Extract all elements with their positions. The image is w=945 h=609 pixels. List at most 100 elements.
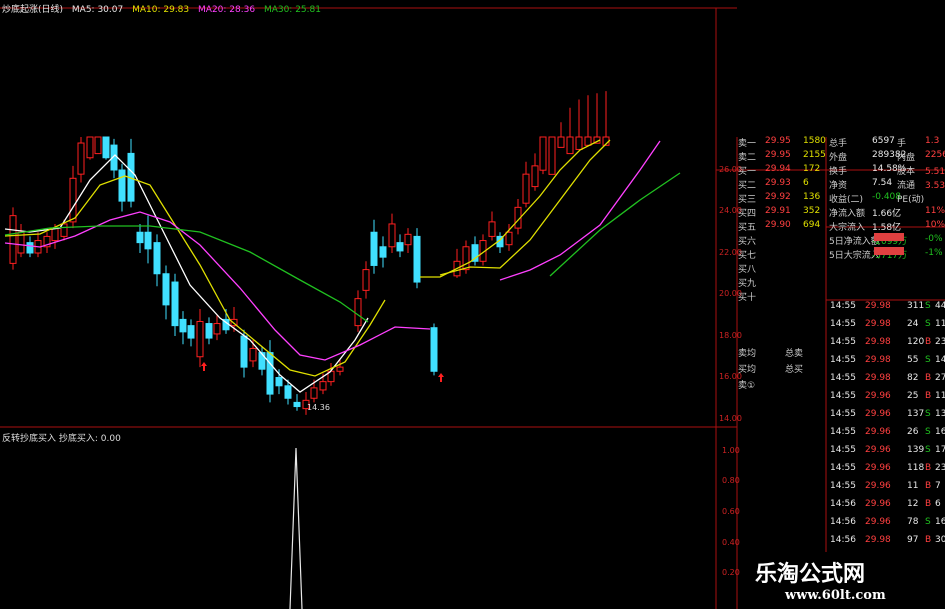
candle-up [548, 136, 556, 175]
candle-down [370, 231, 378, 266]
trade-side: S [925, 427, 931, 437]
low-price-label: 14.36 [307, 403, 330, 412]
indicator-header: 反转抄底买入 抄底买入: 0.00 [2, 434, 121, 444]
orderbook-row: 买八 [737, 261, 945, 275]
trade-count: 11 [935, 391, 945, 401]
info-value2: 3.53亿 [925, 181, 945, 191]
orderbook-volume: 2155 [803, 150, 826, 160]
orderbook-row: 买三 29.92 136 收益(二) -0.408 PE(动) [737, 191, 945, 205]
trade-time: 14:56 [830, 535, 856, 545]
info-value2: 11% [925, 206, 945, 216]
info-key: 总手 [829, 139, 848, 149]
candle-down [205, 323, 213, 339]
trade-price: 29.98 [865, 535, 891, 545]
orderbook-label: 买四 [738, 209, 757, 219]
trade-volume: 82 [907, 373, 919, 383]
candle-up [505, 231, 513, 246]
info-value: 6597 [872, 136, 895, 146]
trade-count: 23 [935, 463, 945, 473]
ma5-line [4, 154, 369, 393]
candle-down [266, 352, 274, 395]
candle-down [118, 169, 126, 202]
trade-row: 14:55 29.98 82 B 27 [737, 372, 945, 386]
candle-down [153, 242, 161, 275]
trade-count: 14 [935, 355, 945, 365]
orderbook-label: 买九 [738, 279, 757, 289]
trade-volume: 97 [907, 535, 919, 545]
candle-up [575, 136, 583, 150]
trade-row: 14:55 29.96 139 S 17 [737, 444, 945, 458]
trade-count: 17 [935, 445, 945, 455]
trade-time: 14:56 [830, 517, 856, 527]
candle-down [379, 246, 387, 258]
trade-volume: 139 [907, 445, 925, 455]
candle-up [539, 136, 547, 171]
candle-up [310, 387, 318, 399]
trade-time: 14:55 [830, 391, 856, 401]
trade-volume: 12 [907, 499, 919, 509]
candle-up [462, 246, 470, 271]
orderbook-row: 卖一 29.95 1580 总手 6597 手 1.3 [737, 135, 945, 149]
trade-row: 14:55 29.98 24 S 11 [737, 318, 945, 332]
candle-down [171, 281, 179, 327]
candle-down [396, 242, 404, 252]
candle-up [336, 366, 344, 372]
trade-time: 14:55 [830, 373, 856, 383]
trade-row: 14:55 29.98 311 S 44 [737, 300, 945, 314]
orderbook-volume: 694 [803, 220, 821, 230]
trade-volume: 137 [907, 409, 925, 419]
candle-up [566, 136, 574, 155]
trade-count: 30 [935, 535, 945, 545]
trade-side: B [925, 337, 932, 347]
trade-volume: 55 [907, 355, 919, 365]
trade-row: 14:55 29.98 55 S 14 [737, 354, 945, 368]
watermark-text: 乐淘公式网 [755, 561, 866, 587]
candle-up [249, 347, 257, 362]
trade-side: S [925, 445, 931, 455]
trade-count: 27 [935, 373, 945, 383]
trade-row: 14:56 29.96 12 B 6 [737, 498, 945, 512]
candle-down [187, 325, 195, 339]
orderbook-label: 买五 [738, 223, 757, 233]
orderbook-row: 买六 5日净流入额 -2099万 -0% [737, 233, 945, 247]
candles-group [9, 91, 610, 415]
indicator-spike [289, 447, 303, 609]
orderbook-volume: 1580 [803, 136, 826, 146]
orderbook-volume: 172 [803, 164, 821, 174]
trade-time: 14:55 [830, 337, 856, 347]
trade-time: 14:55 [830, 319, 856, 329]
trade-side: B [925, 391, 932, 401]
trade-row: 14:55 29.96 25 B 11 [737, 390, 945, 404]
chart-header: 炒底起涨(日线) MA5: 30.07 MA10: 29.83 MA20: 28… [2, 2, 327, 15]
trade-time: 14:56 [830, 499, 856, 509]
candle-up [362, 269, 370, 291]
trade-price: 29.96 [865, 391, 891, 401]
candle-down [26, 242, 34, 254]
info-value2: -0% [925, 234, 943, 244]
trade-price: 29.96 [865, 481, 891, 491]
candle-up [213, 323, 221, 335]
trade-count: 11 [935, 319, 945, 329]
orderbook-label: 买二 [738, 181, 757, 191]
trade-count: 13 [935, 409, 945, 419]
info-value: 1.58亿 [872, 223, 902, 233]
watermark-url: www.60lt.com [785, 588, 886, 603]
orderbook-label: 买六 [738, 237, 757, 247]
trade-side: B [925, 481, 932, 491]
ma30-line [549, 172, 681, 277]
info-value: 1.66亿 [872, 209, 902, 219]
trade-price: 29.96 [865, 517, 891, 527]
trade-side: S [925, 319, 931, 329]
ma-lines-group [4, 139, 681, 393]
candle-down [430, 327, 438, 372]
orderbook-row: 买七 5日大宗流入 -5717万 -1% [737, 247, 945, 261]
trade-volume: 24 [907, 319, 919, 329]
orderbook-label: 买三 [738, 195, 757, 205]
orderbook-row: 买一29.94172换手14.58%股本5.51亿 [737, 163, 945, 177]
orderbook-row: 买九 [737, 275, 945, 289]
candle-down [144, 231, 152, 250]
candle-down [162, 273, 170, 306]
trade-volume: 118 [907, 463, 925, 473]
candle-up [77, 142, 85, 175]
info-value2: 1.3 [925, 136, 940, 146]
